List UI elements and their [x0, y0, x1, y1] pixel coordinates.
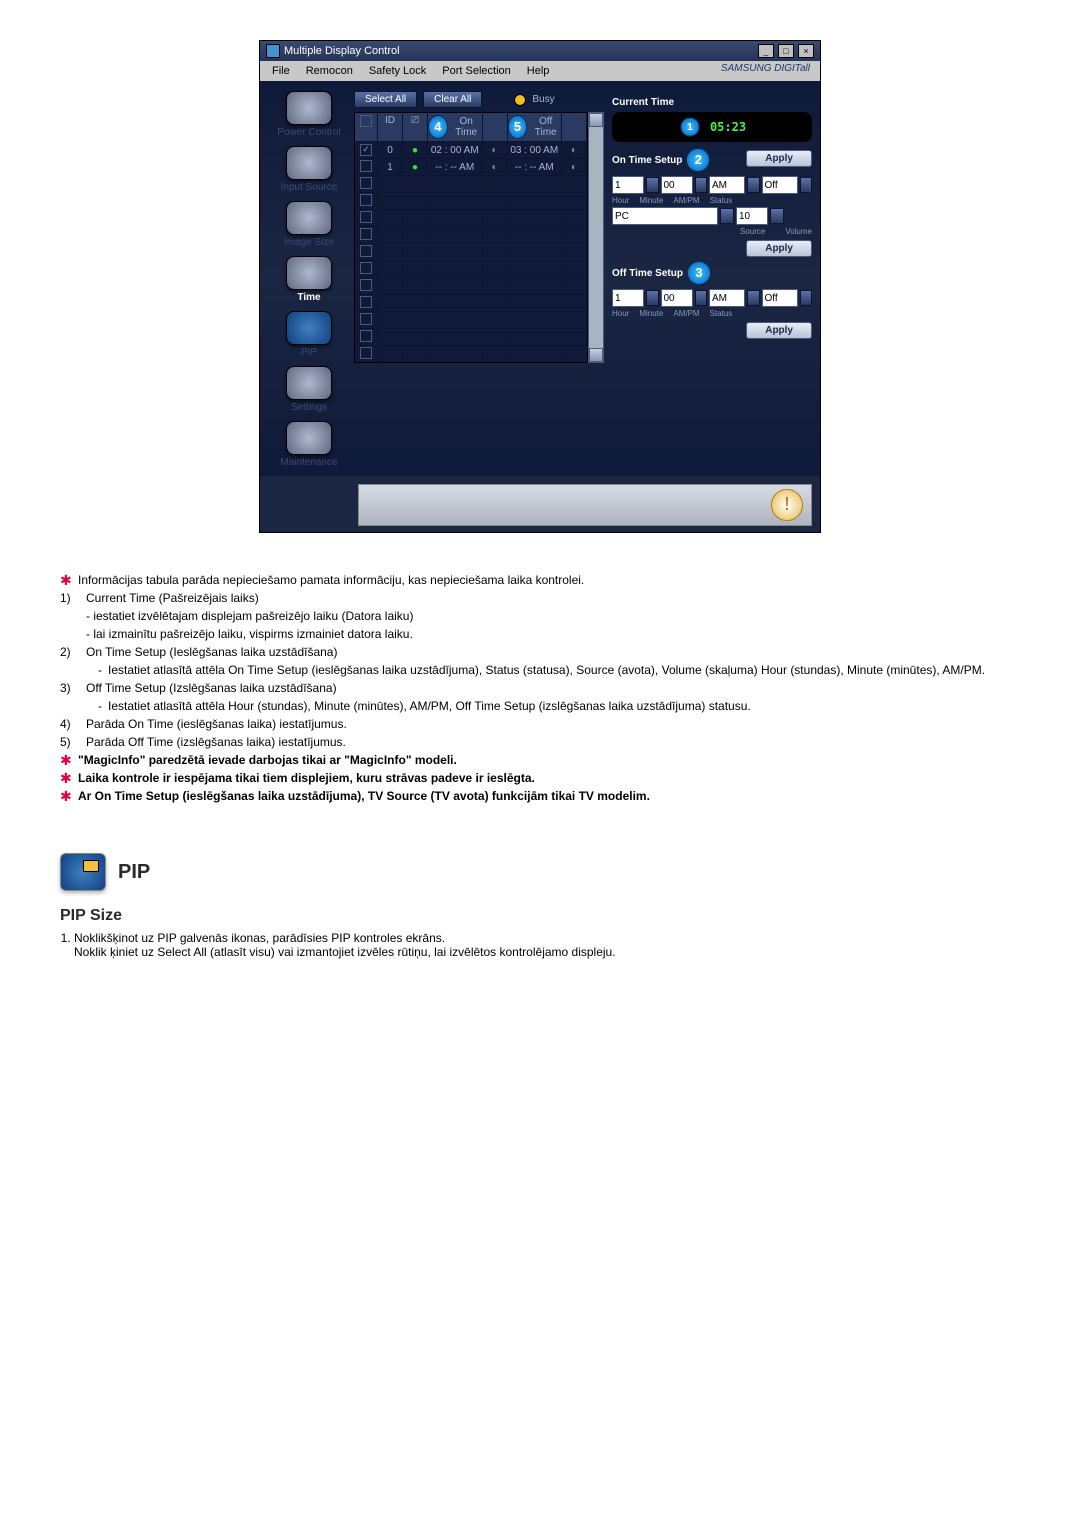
on-status-select[interactable]: [762, 176, 798, 194]
sidebar-input-source[interactable]: Input Source: [264, 182, 354, 193]
off-status-select[interactable]: [762, 289, 798, 307]
dropdown-icon[interactable]: [646, 177, 659, 193]
busy-label: Busy: [532, 94, 554, 105]
col-off-time: Off Time: [530, 116, 561, 138]
current-time-value: 05:23: [710, 120, 746, 134]
dropdown-icon[interactable]: [646, 290, 659, 306]
settings-panel: Current Time 1 05:23 Apply On Time Setup…: [604, 91, 812, 476]
dropdown-icon[interactable]: [695, 177, 708, 193]
note-2: Laika kontrole ir iespējama tikai tiem d…: [78, 771, 1020, 785]
menu-help[interactable]: Help: [519, 63, 558, 79]
apply-on-time-button[interactable]: Apply: [746, 240, 812, 257]
col-id: ID: [378, 113, 403, 141]
pip-icon[interactable]: [286, 311, 332, 345]
pip-size-heading: PIP Size: [60, 907, 1020, 925]
off-time-setup-label: Off Time Setup: [612, 268, 683, 279]
callout-5: 5: [508, 115, 528, 139]
app-window: Multiple Display Control _ □ × File Remo…: [259, 40, 821, 533]
table-scrollbar[interactable]: [588, 112, 604, 363]
star-icon: ✱: [60, 753, 78, 767]
display-table: ID ⎚ 4On Time 5Off Time 0 ● 02 : 00 AM ◐…: [354, 112, 588, 363]
document-text: ✱Informācijas tabula parāda nepieciešamo…: [60, 573, 1020, 959]
sidebar-image-size[interactable]: Image Size: [264, 237, 354, 248]
col-on-time: On Time: [451, 116, 482, 138]
star-icon: ✱: [60, 771, 78, 785]
on-source-select[interactable]: [612, 207, 718, 225]
dropdown-icon[interactable]: [747, 177, 760, 193]
sidebar-time[interactable]: Time: [264, 292, 354, 303]
settings-icon[interactable]: [286, 366, 332, 400]
callout-3: 3: [687, 261, 711, 285]
table-row[interactable]: 0 ● 02 : 00 AM ◐ 03 : 00 AM ◐: [355, 141, 587, 158]
dropdown-icon[interactable]: [720, 208, 734, 224]
callout-4: 4: [428, 115, 448, 139]
status-bar: !: [358, 484, 812, 526]
window-title: Multiple Display Control: [284, 45, 400, 57]
window-buttons: _ □ ×: [757, 44, 814, 58]
callout-2: 2: [686, 148, 710, 172]
star-icon: ✱: [60, 789, 78, 803]
note-3: Ar On Time Setup (ieslēgšanas laika uzst…: [78, 789, 1020, 803]
sidebar: Power Control Input Source Image Size Ti…: [264, 91, 354, 476]
off-hour-select[interactable]: [612, 289, 644, 307]
apply-current-time-button[interactable]: Apply: [746, 150, 812, 167]
warning-icon: !: [771, 489, 803, 521]
dropdown-icon[interactable]: [770, 208, 784, 224]
dropdown-icon[interactable]: [695, 290, 708, 306]
image-size-icon[interactable]: [286, 201, 332, 235]
sidebar-settings[interactable]: Settings: [264, 402, 354, 413]
maximize-button[interactable]: □: [778, 44, 794, 58]
sidebar-maintenance[interactable]: Maintenance: [264, 457, 354, 468]
power-control-icon[interactable]: [286, 91, 332, 125]
current-time-display: 1 05:23: [612, 112, 812, 142]
sidebar-power-control[interactable]: Power Control: [264, 127, 354, 138]
on-hour-select[interactable]: [612, 176, 644, 194]
time-icon[interactable]: [286, 256, 332, 290]
menu-bar: File Remocon Safety Lock Port Selection …: [260, 61, 820, 81]
dropdown-icon[interactable]: [800, 290, 813, 306]
dropdown-icon[interactable]: [747, 290, 760, 306]
dropdown-icon[interactable]: [800, 177, 813, 193]
on-time-setup-label: On Time Setup: [612, 155, 682, 166]
current-time-label: Current Time: [612, 97, 812, 108]
on-volume-select[interactable]: [736, 207, 768, 225]
off-ampm-select[interactable]: [709, 289, 745, 307]
pip-section-icon: [60, 853, 106, 891]
clear-all-button[interactable]: Clear All: [423, 91, 482, 108]
menu-file[interactable]: File: [264, 63, 298, 79]
brand-label: SAMSUNG DIGITall: [721, 63, 816, 79]
on-minute-select[interactable]: [661, 176, 693, 194]
menu-safety-lock[interactable]: Safety Lock: [361, 63, 434, 79]
on-ampm-select[interactable]: [709, 176, 745, 194]
note-1: "MagicInfo" paredzētā ievade darbojas ti…: [78, 753, 1020, 767]
input-source-icon[interactable]: [286, 146, 332, 180]
pip-step-1: Noklikšķinot uz PIP galvenās ikonas, par…: [74, 931, 1020, 959]
table-row[interactable]: 1 ● -- : -- AM ◐ -- : -- AM ◐: [355, 158, 587, 175]
menu-port-selection[interactable]: Port Selection: [434, 63, 518, 79]
title-bar: Multiple Display Control _ □ ×: [260, 41, 820, 61]
maintenance-icon[interactable]: [286, 421, 332, 455]
intro-text: Informācijas tabula parāda nepieciešamo …: [78, 573, 1020, 587]
apply-off-time-button[interactable]: Apply: [746, 322, 812, 339]
busy-indicator-icon: [514, 94, 526, 106]
scroll-down-icon[interactable]: [589, 348, 603, 362]
pip-heading: PIP: [118, 861, 150, 884]
callout-1: 1: [680, 117, 699, 136]
menu-remocon[interactable]: Remocon: [298, 63, 361, 79]
scroll-up-icon[interactable]: [589, 113, 603, 127]
sidebar-pip[interactable]: PIP: [264, 347, 354, 358]
close-button[interactable]: ×: [798, 44, 814, 58]
minimize-button[interactable]: _: [758, 44, 774, 58]
select-all-button[interactable]: Select All: [354, 91, 417, 108]
off-minute-select[interactable]: [661, 289, 693, 307]
star-icon: ✱: [60, 573, 78, 587]
app-icon: [266, 44, 280, 58]
